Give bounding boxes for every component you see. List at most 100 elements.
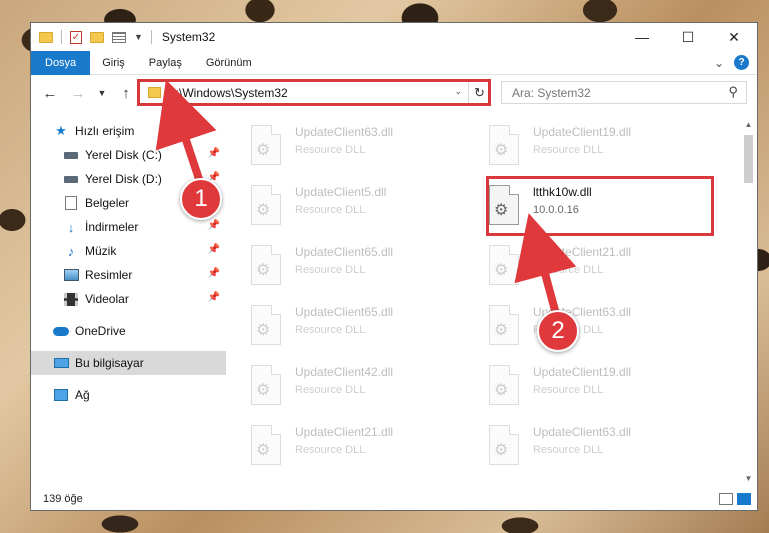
file-name: UpdateClient42.dll [295, 365, 394, 379]
dll-file-icon: ⚙ [489, 245, 519, 285]
sidebar-item-label: Ağ [75, 388, 90, 402]
file-type: Resource DLL [295, 204, 366, 216]
sidebar-item-videos[interactable]: Videolar 📌 [31, 287, 226, 311]
gear-icon: ⚙ [256, 202, 271, 219]
tab-view[interactable]: Görünüm [194, 51, 264, 75]
dll-file-icon: ⚙ [251, 185, 281, 225]
sidebar-item-label: Resimler [85, 268, 133, 282]
sidebar-item-this-pc[interactable]: Bu bilgisayar [31, 351, 226, 375]
sidebar-item-label: İndirmeler [85, 220, 139, 234]
pin-icon[interactable]: 📌 [208, 244, 220, 255]
sidebar-item-onedrive[interactable]: OneDrive [31, 319, 226, 343]
file-item[interactable]: ⚙ UpdateClient42.dll Resource DLL [251, 361, 471, 415]
file-item[interactable]: ⚙ UpdateClient19.dll Resource DLL [489, 361, 709, 415]
help-icon[interactable]: ? [734, 55, 749, 70]
music-icon: ♪ [67, 243, 75, 259]
pin-icon[interactable]: 📌 [208, 292, 220, 303]
file-type: Resource DLL [295, 264, 366, 276]
sidebar-item-label: Yerel Disk (D:) [85, 172, 162, 186]
up-arrow-icon[interactable]: ↑ [117, 85, 135, 102]
network-icon [53, 388, 69, 402]
file-name: UpdateClient65.dll [295, 245, 394, 259]
file-item[interactable]: ⚙ UpdateClient63.dllResource DLL [489, 421, 709, 475]
drive-icon [63, 148, 79, 162]
file-name: UpdateClient21.dll [533, 245, 632, 259]
toolbar-divider [150, 30, 152, 44]
file-item[interactable]: ⚙ UpdateClient21.dll Resource DLL [251, 421, 471, 475]
pin-icon[interactable]: 📌 [208, 220, 220, 231]
file-name: UpdateClient21.dll [295, 425, 394, 439]
file-name: UpdateClient63.dll [533, 425, 632, 439]
tab-home[interactable]: Giriş [90, 51, 137, 75]
videos-icon [63, 292, 79, 306]
file-item[interactable]: ⚙ UpdateClient65.dll Resource DLL [251, 241, 471, 295]
details-view-icon[interactable] [719, 493, 733, 505]
item-count: 139 öğe [43, 493, 83, 505]
gear-icon: ⚙ [494, 142, 509, 159]
vertical-scrollbar[interactable]: ▲ ▼ [740, 117, 757, 487]
sidebar-item-label: Belgeler [85, 196, 130, 210]
properties-check-icon[interactable]: ✓ [70, 30, 82, 44]
properties-icon[interactable] [112, 31, 126, 43]
file-item[interactable]: ⚙ UpdateClient65.dll Resource DLL [251, 301, 471, 355]
sidebar-item-quick-access[interactable]: ★ Hızlı erişim [31, 119, 226, 143]
file-type: Resource DLL [533, 264, 604, 276]
dll-file-icon: ⚙ [489, 305, 519, 345]
file-name: UpdateClient63.dll [295, 125, 394, 139]
large-icons-view-icon[interactable] [737, 493, 751, 505]
pin-icon[interactable]: 📌 [208, 148, 220, 159]
tab-file[interactable]: Dosya [31, 50, 91, 75]
sidebar-item-network[interactable]: Ağ [31, 383, 226, 407]
tab-share[interactable]: Paylaş [137, 51, 194, 75]
gear-icon: ⚙ [494, 442, 509, 459]
dll-file-icon: ⚙ [251, 305, 281, 345]
file-type: Resource DLL [295, 324, 366, 336]
search-input[interactable]: Ara: System32 ⚲ [501, 81, 747, 104]
file-item[interactable]: ⚙ UpdateClient5.dll Resource DLL [251, 181, 471, 235]
gear-icon: ⚙ [494, 322, 509, 339]
pin-icon[interactable]: 📌 [208, 268, 220, 279]
title-bar: ✓ ▼ System32 — ☐ ✕ [31, 23, 757, 51]
gear-icon: ⚙ [256, 142, 271, 159]
navigation-pane: ★ Hızlı erişim Yerel Disk (C:) 📌 Yerel D… [31, 117, 226, 487]
file-item[interactable]: ⚙ UpdateClient63.dllResource DLL [489, 301, 709, 355]
file-type: Resource DLL [295, 444, 366, 456]
address-highlight-box [137, 79, 491, 106]
sidebar-item-pictures[interactable]: Resimler 📌 [31, 263, 226, 287]
maximize-button[interactable]: ☐ [665, 23, 711, 51]
dll-file-icon: ⚙ [251, 125, 281, 165]
file-name: UpdateClient19.dll [533, 125, 632, 139]
window-controls: — ☐ ✕ [619, 23, 757, 51]
search-placeholder: Ara: System32 [512, 85, 591, 100]
back-arrow-icon[interactable]: ← [41, 85, 59, 102]
new-folder-icon[interactable] [90, 31, 104, 43]
onedrive-icon [53, 324, 69, 338]
step-badge-2: 2 [537, 310, 579, 352]
file-item[interactable]: ⚙ UpdateClient21.dll Resource DLL [489, 241, 709, 295]
close-button[interactable]: ✕ [711, 23, 757, 51]
expand-ribbon-chevron-icon[interactable]: ⌄ [714, 56, 724, 70]
drive-icon [63, 172, 79, 186]
scrollbar-thumb[interactable] [744, 135, 753, 183]
folder-icon[interactable] [39, 31, 53, 43]
step-badge-1: 1 [180, 178, 222, 220]
sidebar-item-music[interactable]: ♪ Müzik 📌 [31, 239, 226, 263]
minimize-button[interactable]: — [619, 23, 665, 51]
file-name: UpdateClient65.dll [295, 305, 394, 319]
search-icon[interactable]: ⚲ [728, 84, 738, 100]
file-item[interactable]: ⚙ UpdateClient63.dllResource DLL [251, 121, 471, 175]
quick-access-toolbar: ✓ ▼ [39, 30, 152, 44]
forward-arrow-icon[interactable]: → [69, 85, 87, 102]
file-item[interactable]: ⚙ UpdateClient19.dll Resource DLL [489, 121, 709, 175]
dll-file-icon: ⚙ [251, 245, 281, 285]
customize-toolbar-chevron-icon[interactable]: ▼ [134, 32, 143, 42]
ribbon-tabs: Dosya Giriş Paylaş Görünüm ⌄ ? [31, 50, 757, 75]
recent-locations-chevron-icon[interactable]: ▼ [97, 88, 107, 98]
scroll-down-arrow-icon[interactable]: ▼ [740, 471, 757, 487]
scroll-up-arrow-icon[interactable]: ▲ [740, 117, 757, 133]
sidebar-item-label: Hızlı erişim [75, 124, 135, 138]
sidebar-item-label: OneDrive [75, 324, 126, 338]
dll-file-icon: ⚙ [489, 365, 519, 405]
file-name: UpdateClient5.dll [295, 185, 387, 199]
sidebar-item-local-disk-c[interactable]: Yerel Disk (C:) 📌 [31, 143, 226, 167]
